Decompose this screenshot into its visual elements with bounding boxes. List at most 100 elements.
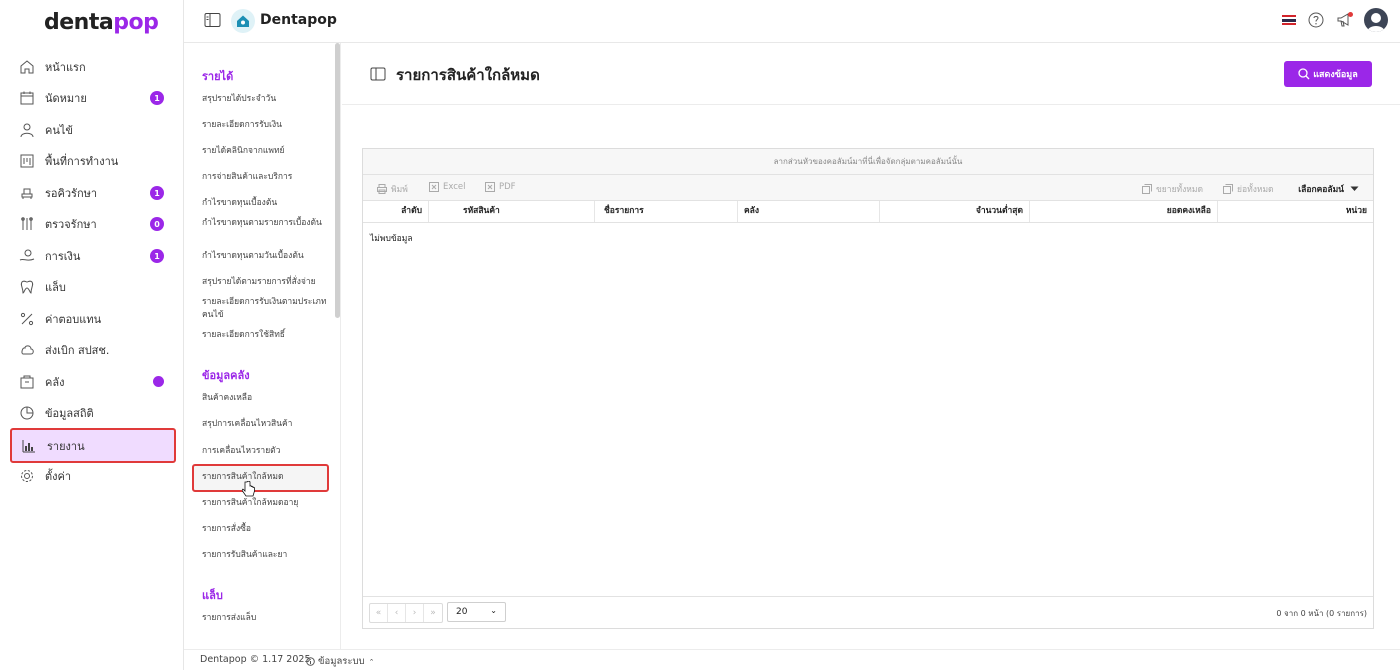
sidebar-item-workspace[interactable]: พื้นที่การทำงาน [10, 145, 176, 177]
submenu-item-goods-receipt[interactable]: รายการรับสินค้าและยา [202, 549, 328, 562]
sidebar-item-label: หน้าแรก [45, 61, 86, 74]
sidebar-item-label: ตรวจรักษา [45, 218, 97, 231]
chart-circle-icon [18, 404, 36, 422]
submenu-item-payment-details[interactable]: รายละเอียดการรับเงิน [202, 119, 328, 132]
dentapop-logo[interactable]: dentapop [44, 10, 159, 35]
chevron-up-icon: ⌃ [368, 657, 375, 666]
count-badge: 0 [150, 217, 164, 231]
submenu-item-near-expiry[interactable]: รายการสินค้าใกล้หมดอายุ [202, 497, 328, 510]
sidebar-item-treatment[interactable]: ตรวจรักษา 0 [10, 208, 176, 240]
sidebar-item-finance[interactable]: การเงิน 1 [10, 240, 176, 272]
submenu-item-product-service-dispense[interactable]: การจ่ายสินค้าและบริการ [202, 171, 328, 184]
submenu-item-purchase-orders[interactable]: รายการสั่งซื้อ [202, 523, 328, 536]
sidebar-item-settings[interactable]: ตั้งค่า [10, 460, 176, 492]
top-bar: Dentapop [184, 0, 1400, 43]
excel-label: Excel [443, 182, 466, 192]
column-header-sequence[interactable]: ลำดับ [363, 201, 429, 222]
box-icon [18, 373, 36, 391]
caret-down-icon [1350, 186, 1359, 191]
thai-flag-icon[interactable] [1282, 15, 1296, 25]
sidebar-item-label: ค่าตอบแทน [45, 313, 102, 326]
sidebar-item-label: คลัง [45, 376, 65, 389]
info-icon [306, 657, 315, 666]
collapse-all-label: ย่อทั้งหมด [1237, 185, 1274, 195]
sidebar-item-queue[interactable]: รอคิวรักษา 1 [10, 177, 176, 209]
no-data-message: ไม่พบข้อมูล [370, 234, 413, 244]
sidebar-item-label: รายงาน [47, 439, 85, 453]
app-name: Dentapop [260, 12, 337, 28]
first-page-button[interactable]: « [370, 604, 388, 622]
megaphone-icon[interactable] [1336, 12, 1353, 28]
submenu-scrollbar[interactable] [335, 43, 340, 318]
sidebar-item-inventory[interactable]: คลัง [10, 366, 176, 398]
report-submenu: รายได้ สรุปรายได้ประจำวัน รายละเอียดการร… [184, 43, 341, 649]
column-chooser[interactable]: เลือกคอลัมน์ [1298, 182, 1359, 196]
submenu-item-low-stock[interactable]: รายการสินค้าใกล้หมด [192, 464, 329, 492]
page-title: รายการสินค้าใกล้หมด [396, 66, 540, 84]
submenu-item-income-by-prescribed-item[interactable]: สรุปรายได้ตามรายการที่สั่งจ่าย [202, 276, 328, 289]
sidebar-item-label: คนไข้ [45, 124, 73, 137]
section-title-inventory: ข้อมูลคลัง [202, 369, 250, 382]
user-icon [18, 121, 36, 139]
column-header-warehouse[interactable]: คลัง [738, 201, 880, 222]
collapse-all-button[interactable]: ย่อทั้งหมด [1223, 182, 1274, 196]
export-pdf-button[interactable]: PDF [485, 182, 516, 192]
chair-icon [18, 184, 36, 202]
column-header-min-qty[interactable]: จำนวนต่ำสุด [880, 201, 1030, 222]
tooth-icon [18, 278, 36, 296]
sidebar-item-statistics[interactable]: ข้อมูลสถิติ [10, 397, 176, 429]
export-excel-button[interactable]: Excel [429, 182, 466, 192]
sidebar-item-compensation[interactable]: ค่าตอบแทน [10, 303, 176, 335]
submenu-item-profit-loss-by-day[interactable]: กำไรขาดทุนตามวันเบื้องต้น [202, 250, 328, 263]
page-size-value: 20 [456, 607, 468, 617]
system-info-link[interactable]: ข้อมูลระบบ ⌃ [306, 654, 374, 669]
submenu-item-stock-movement-summary[interactable]: สรุปการเคลื่อนไหวสินค้า [202, 418, 328, 431]
main-content: รายการสินค้าใกล้หมด แสดงข้อมูล ลากส่วนหั… [342, 43, 1400, 649]
submenu-item-lab-orders[interactable]: รายการส่งแล็บ [202, 612, 328, 625]
submenu-item-stock-balance[interactable]: สินค้าคงเหลือ [202, 392, 328, 405]
sidebar-item-reports[interactable]: รายงาน [10, 428, 176, 463]
expand-icon [1142, 184, 1152, 194]
avatar[interactable] [1364, 8, 1388, 32]
next-page-button[interactable]: › [406, 604, 424, 622]
panel-icon [370, 66, 386, 85]
main-sidebar: dentapop หน้าแรก นัดหมาย 1 คนไข้ พื้นที่… [0, 0, 184, 670]
show-data-button[interactable]: แสดงข้อมูล [1284, 61, 1372, 87]
sidebar-item-label: ตั้งค่า [45, 470, 72, 483]
gear-icon [18, 467, 36, 485]
sidebar-item-nhso-claim[interactable]: ส่งเบิก สปสช. [10, 334, 176, 366]
sidebar-item-lab[interactable]: แล็บ [10, 271, 176, 303]
submenu-item-entitlement-details[interactable]: รายละเอียดการใช้สิทธิ์ [202, 329, 328, 342]
page-size-select[interactable]: 20 ⌄ [447, 602, 506, 622]
submenu-item-item-movement[interactable]: การเคลื่อนไหวรายตัว [202, 445, 328, 458]
help-icon[interactable] [1308, 12, 1324, 28]
sidebar-item-appointments[interactable]: นัดหมาย 1 [10, 82, 176, 114]
show-data-label: แสดงข้อมูล [1313, 70, 1358, 80]
chevron-down-icon: ⌄ [490, 606, 497, 615]
sidebar-toggle-icon[interactable] [204, 12, 221, 32]
expand-all-button[interactable]: ขยายทั้งหมด [1142, 182, 1203, 196]
count-badge: 1 [150, 186, 164, 200]
pager-info: 0 จาก 0 หน้า (0 รายการ) [1276, 609, 1367, 618]
column-header-balance[interactable]: ยอดคงเหลือ [1030, 201, 1218, 222]
status-dot [153, 376, 164, 387]
group-panel[interactable]: ลากส่วนหัวของคอลัมน์มาที่นี่เพื่อจัดกลุ่… [363, 149, 1373, 175]
sidebar-item-label: ข้อมูลสถิติ [45, 407, 94, 420]
submenu-item-payment-by-patient-type[interactable]: รายละเอียดการรับเงินตามประเภทคนไข้ [202, 296, 328, 322]
sidebar-item-label: แล็บ [45, 281, 66, 294]
submenu-item-clinic-income-by-doctor[interactable]: รายได้คลินิกจากแพทย์ [202, 145, 328, 158]
sidebar-item-patients[interactable]: คนไข้ [10, 114, 176, 146]
print-button[interactable]: พิมพ์ [377, 182, 408, 196]
column-header-unit[interactable]: หน่วย [1218, 201, 1373, 222]
prev-page-button[interactable]: ‹ [388, 604, 406, 622]
section-title-income: รายได้ [202, 70, 234, 83]
submenu-item-profit-loss-by-item[interactable]: กำไรขาดทุนตามรายการเบื้องต้น [202, 217, 328, 230]
sidebar-item-home[interactable]: หน้าแรก [10, 51, 176, 83]
submenu-item-basic-profit-loss[interactable]: กำไรขาดทุนเบื้องต้น [202, 197, 328, 210]
expand-all-label: ขยายทั้งหมด [1156, 185, 1204, 195]
section-title-lab: แล็บ [202, 589, 223, 602]
column-header-item-name[interactable]: ชื่อรายการ [598, 201, 738, 222]
column-header-item-code[interactable]: รหัสสินค้า [457, 201, 595, 222]
last-page-button[interactable]: » [424, 604, 442, 622]
submenu-item-daily-income[interactable]: สรุปรายได้ประจำวัน [202, 93, 328, 106]
